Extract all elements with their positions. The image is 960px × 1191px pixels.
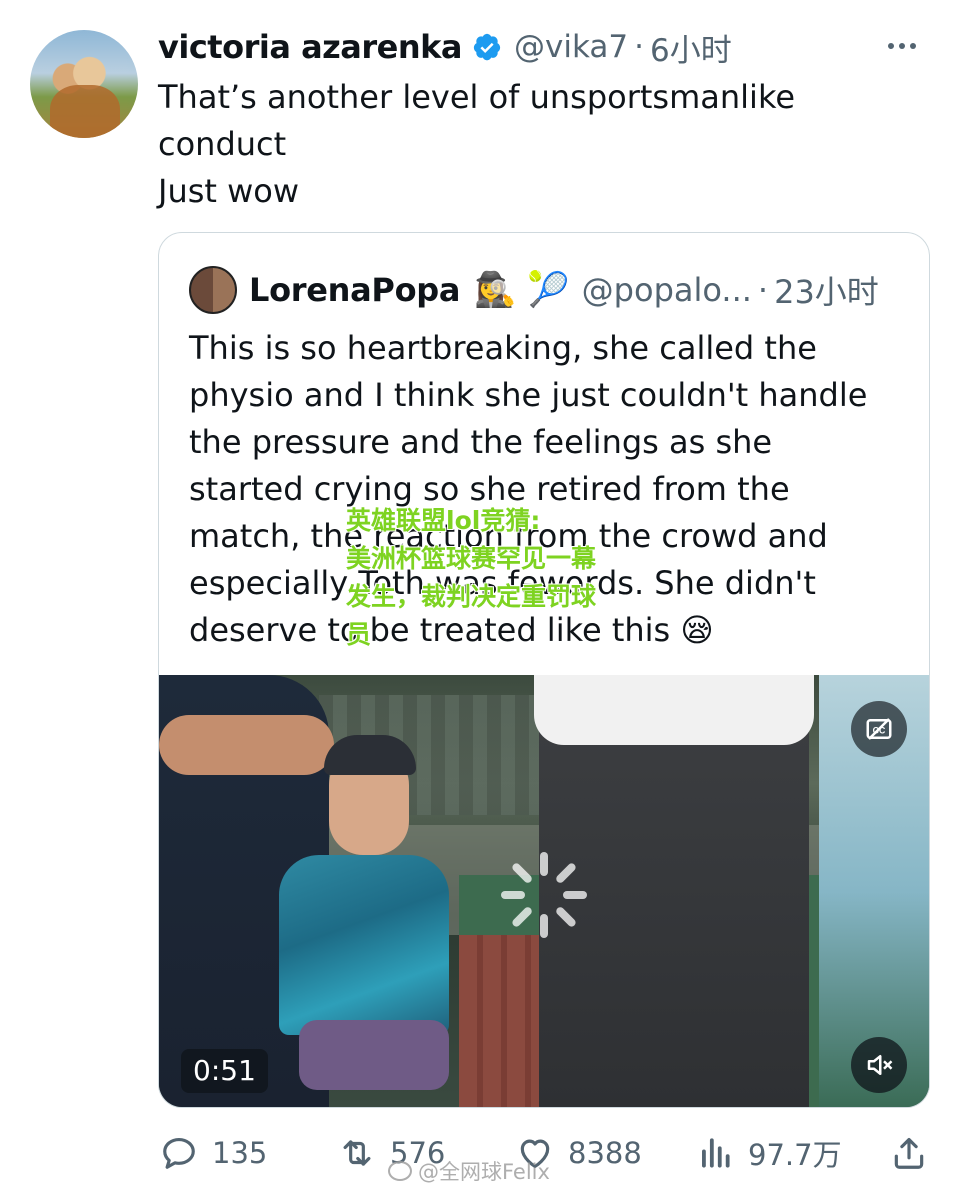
time-separator: · xyxy=(634,29,644,65)
quoted-timestamp[interactable]: 23小时 xyxy=(774,267,879,313)
tweet-text-line: conduct xyxy=(158,125,287,163)
author-handle[interactable]: @vika7 xyxy=(514,29,628,65)
overlay-line: 美洲杯篮球赛罕见一幕 xyxy=(346,544,597,573)
view-count: 97.7万 xyxy=(748,1138,842,1172)
tweet-text-line: That’s another level of unsportsmanlike xyxy=(158,78,796,116)
views-button[interactable]: 97.7万 xyxy=(696,1128,842,1178)
overlay-line: 员 xyxy=(346,620,372,649)
video-player-body xyxy=(279,855,449,1035)
tweet-timestamp[interactable]: 6小时 xyxy=(650,25,732,70)
reply-icon xyxy=(163,1137,195,1169)
quoted-time-separator: · xyxy=(757,271,769,309)
video-duration: 0:51 xyxy=(181,1049,268,1093)
video-official-shirt xyxy=(534,675,814,745)
tweet-text: That’s another level of unsportsmanlike … xyxy=(158,74,858,215)
author-avatar[interactable] xyxy=(30,30,138,138)
video-arm xyxy=(159,715,334,775)
more-options-icon[interactable] xyxy=(888,36,924,56)
watermark: @全网球Felix xyxy=(388,1156,550,1186)
share-icon xyxy=(894,1137,924,1169)
captions-button[interactable]: CC xyxy=(851,701,907,757)
quoted-author-handle[interactable]: @popalo... xyxy=(582,271,752,309)
video-player[interactable]: CC 0:51 xyxy=(159,675,929,1107)
reply-count: 135 xyxy=(212,1136,268,1170)
quoted-author-display-name[interactable]: LorenaPopa xyxy=(249,271,460,309)
tweet-text-line: Just wow xyxy=(158,172,300,210)
quoted-author-row: LorenaPopa 🕵️‍♀️ 🎾 @popalo... · 23小时 xyxy=(249,265,879,315)
views-chart-icon xyxy=(702,1138,730,1168)
author-row: victoria azarenka @vika7 · 6小时 xyxy=(158,24,732,70)
author-display-name[interactable]: victoria azarenka xyxy=(158,28,463,66)
muted-speaker-icon xyxy=(867,1055,893,1075)
quoted-text-line: This is so heartbreaking, she called the xyxy=(189,329,817,367)
watermark-text: @全网球Felix xyxy=(418,1160,550,1184)
mute-button[interactable] xyxy=(851,1037,907,1093)
verified-badge-icon xyxy=(473,33,501,61)
captions-off-icon: CC xyxy=(866,718,892,740)
quoted-text-line: physio and I think she just couldn't han… xyxy=(189,376,868,414)
quoted-tweet-card[interactable]: LorenaPopa 🕵️‍♀️ 🎾 @popalo... · 23小时 Thi… xyxy=(158,232,930,1108)
repost-icon xyxy=(343,1140,371,1166)
quoted-author-emojis: 🕵️‍♀️ 🎾 xyxy=(474,270,570,310)
loading-spinner-icon xyxy=(501,852,587,938)
overlay-line: 英雄联盟lol竞猜: xyxy=(346,506,541,535)
video-towel xyxy=(299,1020,449,1090)
overlay-line: 发生，裁判决定重罚球 xyxy=(346,582,597,611)
quoted-text-line: the pressure and the feelings as she xyxy=(189,423,773,461)
like-count: 8388 xyxy=(568,1136,642,1170)
quoted-author-avatar[interactable] xyxy=(189,266,237,314)
share-button[interactable] xyxy=(890,1128,942,1178)
reply-button[interactable]: 135 xyxy=(160,1128,267,1178)
weibo-logo-icon xyxy=(388,1161,412,1181)
video-player-cap xyxy=(324,735,416,775)
overlay-caption: 英雄联盟lol竞猜: 美洲杯篮球赛罕见一幕 发生，裁判决定重罚球 员 xyxy=(346,502,636,654)
